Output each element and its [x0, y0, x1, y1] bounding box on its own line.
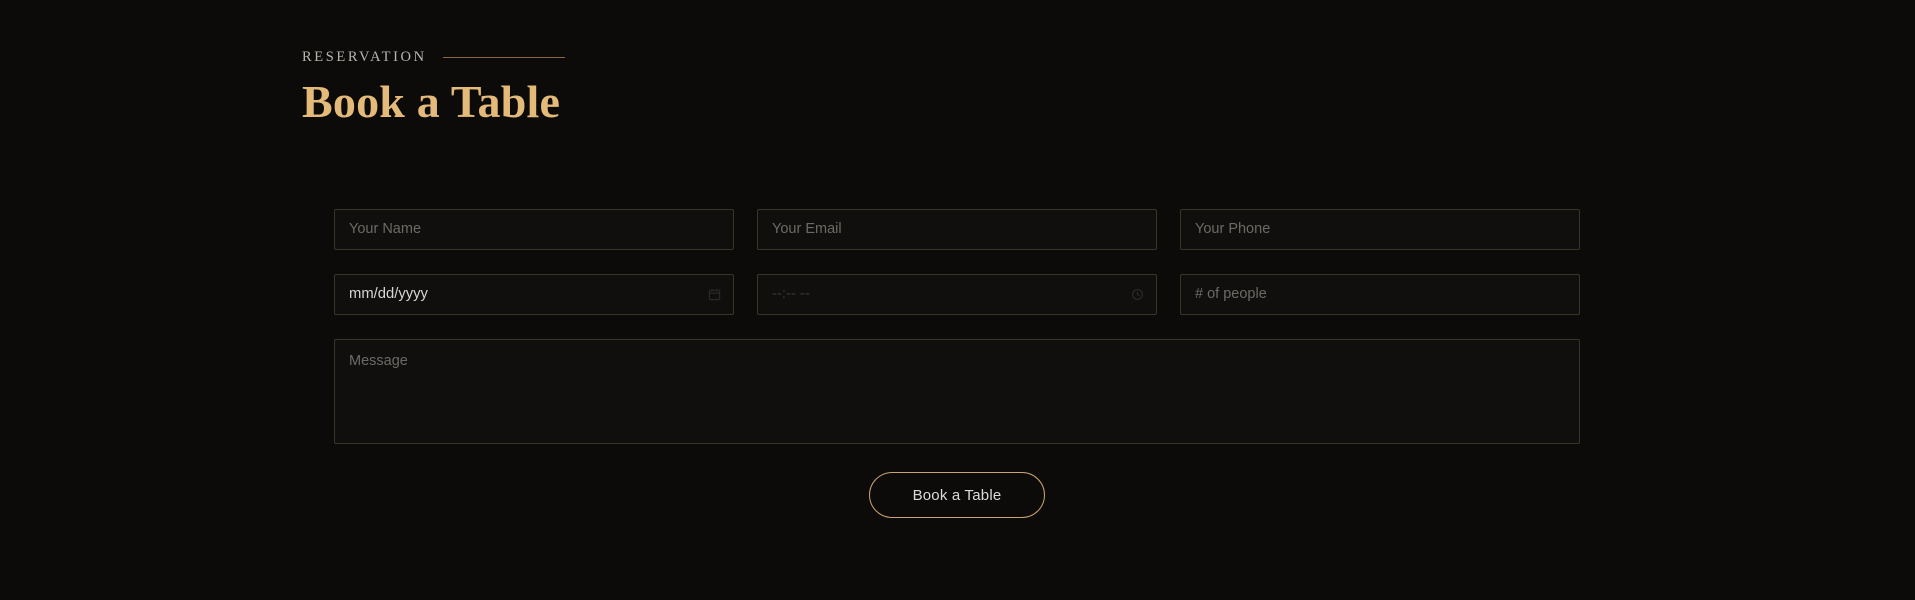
date-input-value: mm/dd/yyyy: [349, 286, 428, 303]
field-cell-date: mm/dd/yyyy: [334, 274, 734, 315]
phone-input[interactable]: Your Phone: [1180, 209, 1580, 250]
name-input-placeholder: Your Name: [349, 221, 422, 238]
phone-input-placeholder: Your Phone: [1195, 221, 1271, 238]
people-input-placeholder: # of people: [1195, 286, 1267, 303]
time-input-value: --:-- --: [772, 286, 810, 303]
eyebrow-row: RESERVATION: [302, 48, 565, 66]
reservation-section: RESERVATION Book a Table Your Name Your …: [0, 0, 1915, 600]
section-header: RESERVATION Book a Table: [302, 48, 565, 157]
time-input[interactable]: --:-- --: [757, 274, 1157, 315]
field-cell-people: # of people: [1180, 274, 1580, 315]
form-row-booking-details: mm/dd/yyyy --:-- -- # of people: [334, 274, 1580, 315]
page-title: Book a Table: [302, 76, 561, 127]
section-eyebrow: RESERVATION: [302, 48, 427, 65]
field-cell-phone: Your Phone: [1180, 209, 1580, 250]
calendar-icon[interactable]: [707, 288, 721, 302]
email-input[interactable]: Your Email: [757, 209, 1157, 250]
form-row-contact: Your Name Your Email Your Phone: [334, 209, 1580, 250]
form-row-message: Message: [334, 339, 1580, 444]
eyebrow-divider-rule: [442, 56, 565, 58]
field-cell-time: --:-- --: [757, 274, 1157, 315]
date-input[interactable]: mm/dd/yyyy: [334, 274, 734, 315]
name-input[interactable]: Your Name: [334, 209, 734, 250]
email-input-placeholder: Your Email: [772, 221, 842, 238]
message-textarea-placeholder: Message: [349, 353, 408, 369]
field-cell-message: Message: [334, 339, 1580, 444]
people-input[interactable]: # of people: [1180, 274, 1580, 315]
message-textarea[interactable]: Message: [334, 339, 1580, 444]
submit-row: Book a Table: [334, 472, 1580, 518]
field-cell-email: Your Email: [757, 209, 1157, 250]
book-a-table-button[interactable]: Book a Table: [869, 472, 1045, 518]
reservation-form: Your Name Your Email Your Phone mm/dd/yy…: [334, 209, 1580, 518]
field-cell-name: Your Name: [334, 209, 734, 250]
clock-icon[interactable]: [1130, 288, 1144, 302]
